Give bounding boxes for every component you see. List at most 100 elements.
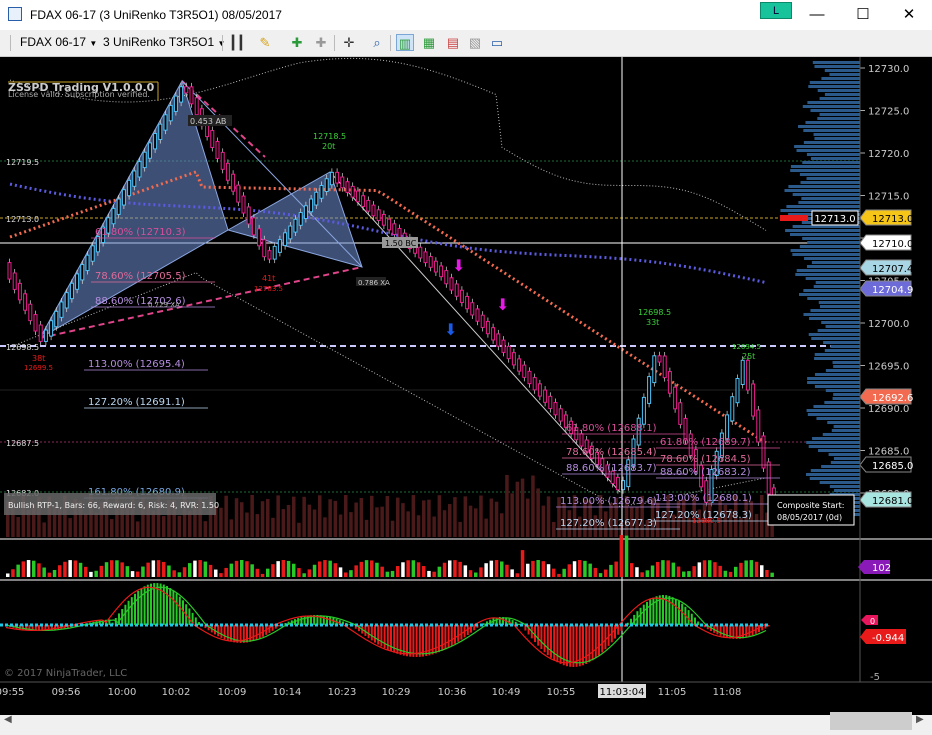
candle-body — [751, 383, 756, 417]
volume-bar — [260, 573, 265, 577]
profile-bar — [829, 485, 860, 488]
chart-trader-icon[interactable]: ▦ — [420, 34, 438, 51]
profile-bar — [799, 245, 860, 248]
properties-icon[interactable]: ▭ — [488, 34, 506, 51]
crosshair-icon[interactable]: ✛ — [340, 34, 358, 51]
profile-bar — [790, 249, 860, 252]
zoom-icon[interactable]: ⌕ — [368, 34, 386, 51]
profile-bar — [790, 169, 860, 172]
background-volume-bar — [203, 521, 208, 537]
profile-bar — [805, 121, 860, 124]
scroll-right-icon[interactable]: ▶ — [916, 714, 924, 725]
volume-bar — [276, 561, 280, 577]
candle-body — [147, 142, 152, 159]
osc-histogram-bar — [249, 625, 252, 642]
time-axis-label: 10:36 — [438, 687, 467, 698]
background-volume-bar — [271, 517, 275, 537]
volume-bar — [219, 573, 223, 577]
instrument-selector[interactable]: FDAX 06-17 ▼ — [20, 35, 97, 49]
scrollbar-thumb[interactable] — [830, 712, 912, 730]
background-volume-bar — [458, 521, 462, 537]
minimize-button[interactable]: — — [794, 0, 840, 30]
background-volume-bar — [349, 512, 353, 537]
candle-body — [475, 308, 480, 322]
profile-bar — [824, 401, 860, 404]
bar-type-selector[interactable]: 3 UniRenko T3R5O1 ▼ — [103, 35, 225, 49]
maximize-button[interactable]: ☐ — [840, 0, 886, 30]
chart-area[interactable]: 12730.012725.012720.012715.012710.012705… — [0, 57, 932, 715]
profile-bar — [833, 425, 860, 428]
osc-histogram-bar — [447, 625, 450, 648]
price-tag-text: 12692.6 — [872, 393, 913, 404]
candle-body — [90, 245, 95, 262]
scroll-left-icon[interactable]: ◀ — [4, 714, 12, 725]
profile-bar — [814, 357, 860, 360]
time-axis[interactable]: 09:55 09:56 10:00 10:02 10:09 10:14 10:23 10:29… — [0, 684, 741, 698]
price-axis-label: 12685.0 — [868, 447, 909, 458]
profile-bar — [812, 61, 860, 64]
background-volume-bar — [94, 512, 98, 537]
background-volume-bar — [453, 497, 457, 537]
pencil-draw-icon[interactable]: ✎ — [256, 34, 274, 51]
candle-body — [641, 396, 646, 425]
price-axis-label: 12730.0 — [868, 64, 909, 75]
volume-bar — [557, 573, 561, 577]
profile-bar — [832, 397, 860, 400]
profile-bar — [833, 457, 860, 460]
volume-bar — [84, 566, 88, 577]
window-title: FDAX 06-17 (3 UniRenko T3R5O1) 08/05/201… — [30, 8, 282, 22]
toolbar-separator — [390, 35, 391, 51]
left-level-label: 12719.5 — [6, 158, 39, 167]
volume-bar — [697, 562, 702, 577]
candle-body — [127, 179, 132, 197]
pin-remove-icon[interactable]: ✚ — [312, 34, 330, 51]
candle-body — [662, 355, 667, 379]
candle-body — [132, 170, 137, 187]
candle-body — [179, 86, 184, 103]
volume-bar — [297, 568, 301, 577]
profile-bar — [810, 157, 860, 160]
candle-body — [272, 245, 277, 260]
profile-bar — [798, 201, 860, 204]
volume-bar — [650, 565, 655, 577]
bc-ratio-label: 1.50 BC — [385, 239, 417, 248]
indicators-icon[interactable]: ▤ — [444, 34, 462, 51]
profile-bar — [798, 293, 860, 296]
horizontal-scrollbar[interactable] — [0, 715, 932, 735]
template-icon[interactable]: ▧ — [466, 34, 484, 51]
candle-body — [12, 272, 17, 290]
candle-body — [340, 176, 345, 189]
volume-bar — [354, 565, 358, 577]
volume-bar — [718, 565, 722, 577]
strategy-icon[interactable]: ▥ — [396, 34, 414, 51]
price-axis-label: 12695.0 — [868, 362, 909, 373]
osc-histogram-bar — [220, 625, 223, 638]
background-volume-bar — [42, 522, 46, 537]
close-button[interactable]: ✕ — [886, 0, 932, 30]
osc-histogram-bar — [278, 625, 280, 627]
volume-bar — [338, 567, 343, 577]
volume-bar — [214, 569, 218, 577]
pin-add-icon[interactable]: ✚ — [288, 34, 306, 51]
osc-histogram-bar — [444, 625, 447, 650]
background-volume-bar — [484, 518, 488, 537]
background-volume-bar — [552, 521, 556, 537]
profile-bar — [821, 77, 860, 80]
time-axis-label: 10:23 — [328, 687, 357, 698]
volume-bar — [68, 560, 72, 577]
bar-style-icon[interactable]: ┃┃ — [228, 34, 246, 51]
osc-histogram-bar — [748, 625, 751, 637]
fib-label: 61.80% (12688.1) — [566, 423, 657, 434]
crosshair-time-label: 11:03:04 — [600, 687, 645, 698]
volume-bar — [312, 564, 317, 577]
volume-bar — [604, 569, 608, 577]
volume-bar — [234, 560, 239, 577]
price-tag-text: 12710.0 — [872, 239, 913, 250]
candle-body — [756, 409, 761, 443]
volume-bar — [422, 566, 426, 577]
background-volume-bar — [84, 513, 88, 537]
candle-body — [288, 225, 293, 240]
candle-body — [485, 320, 490, 335]
link-badge[interactable]: L — [760, 2, 792, 19]
volume-bar — [375, 562, 379, 577]
